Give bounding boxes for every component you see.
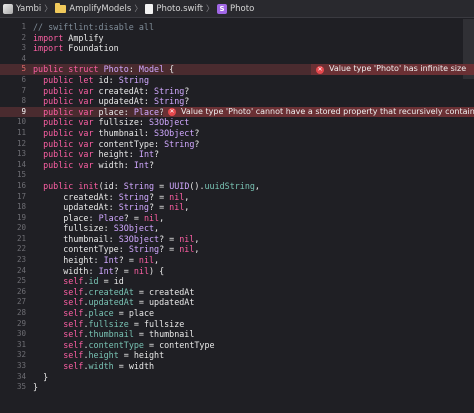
code-line-error[interactable]: 9 public var place: Place? ✕ Value type … — [0, 106, 474, 118]
line-number: 5 — [21, 64, 26, 74]
code-lines[interactable]: 1 // swiftlint:disable all 2 import Ampl… — [0, 22, 474, 393]
line-number: 24 — [16, 265, 26, 275]
line-number: 13 — [16, 149, 26, 159]
code-line[interactable]: 6 public let id: String — [0, 75, 474, 86]
line-number: 2 — [21, 32, 26, 42]
code-line[interactable]: 22 contentType: String? = nil, — [0, 244, 474, 255]
code-line[interactable]: 14 public var width: Int? — [0, 160, 474, 171]
code-line[interactable]: 25 self.id = id — [0, 276, 474, 287]
error-annotation[interactable]: ✕ Value type 'Photo' cannot have a store… — [163, 106, 474, 118]
error-icon: ✕ — [316, 65, 324, 74]
line-number: 12 — [16, 138, 26, 148]
code-line[interactable]: 31 self.contentType = contentType — [0, 340, 474, 351]
code-line[interactable]: 7 public var createdAt: String? — [0, 86, 474, 97]
line-number: 33 — [16, 361, 26, 370]
line-number: 26 — [16, 286, 26, 296]
line-number: 4 — [21, 53, 26, 63]
code-line[interactable]: 18 updatedAt: String? = nil, — [0, 202, 474, 213]
line-number: 27 — [16, 297, 26, 307]
error-annotation[interactable]: ✕ Value type 'Photo' has infinite size — [311, 64, 474, 75]
swift-file-icon — [145, 3, 154, 14]
error-message: Value type 'Photo' cannot have a stored … — [181, 106, 474, 116]
breadcrumb-file-label: Photo.swift — [156, 3, 204, 14]
code-line[interactable]: 34 } — [0, 372, 474, 383]
chevron-right-icon: 〉 — [134, 4, 143, 13]
line-number: 25 — [16, 276, 26, 286]
breadcrumb-project-label: Yambi — [16, 3, 42, 14]
error-message: Value type 'Photo' has infinite size — [329, 64, 467, 74]
line-number: 32 — [16, 350, 26, 360]
line-number: 29 — [16, 318, 26, 328]
error-icon: ✕ — [168, 108, 176, 117]
breadcrumb-symbol-label: Photo — [230, 3, 255, 14]
line-number: 9 — [21, 106, 26, 116]
line-number: 17 — [16, 191, 26, 201]
line-number: 11 — [16, 127, 26, 137]
code-line[interactable]: 26 self.createdAt = createdAt — [0, 287, 474, 298]
breadcrumb-group-label: AmplifyModels — [69, 3, 132, 14]
breadcrumb-project[interactable]: Yambi — [3, 3, 42, 14]
breadcrumb-file[interactable]: Photo.swift — [145, 3, 204, 14]
code-line[interactable]: 30 self.thumbnail = thumbnail — [0, 329, 474, 340]
line-number: 21 — [16, 233, 26, 243]
code-line[interactable]: 15 — [0, 170, 474, 181]
code-line[interactable]: 19 place: Place? = nil, — [0, 213, 474, 224]
code-line[interactable]: 24 width: Int? = nil) { — [0, 266, 474, 277]
code-line[interactable]: 13 public var height: Int? — [0, 149, 474, 160]
line-number: 23 — [16, 255, 26, 265]
line-number: 3 — [21, 43, 26, 53]
line-number: 1 — [21, 22, 26, 31]
line-number: 18 — [16, 202, 26, 212]
jump-bar: Yambi 〉 AmplifyModels 〉 Photo.swift 〉 S … — [0, 0, 474, 18]
struct-icon: S — [217, 3, 228, 14]
line-number: 6 — [21, 74, 26, 84]
line-number: 16 — [16, 180, 26, 190]
breadcrumb-group[interactable]: AmplifyModels — [55, 2, 132, 14]
line-number: 19 — [16, 212, 26, 222]
code-line[interactable]: 20 fullsize: S3Object, — [0, 223, 474, 234]
code-line[interactable]: 16 public init(id: String = UUID().uuidS… — [0, 181, 474, 192]
code-line[interactable]: 35 } — [0, 382, 474, 393]
code-line[interactable]: 32 self.height = height — [0, 350, 474, 361]
chevron-right-icon: 〉 — [206, 4, 215, 13]
code-line[interactable]: 3 import Foundation — [0, 43, 474, 54]
code-line[interactable]: 11 public var thumbnail: S3Object? — [0, 128, 474, 139]
code-line[interactable]: 23 height: Int? = nil, — [0, 255, 474, 266]
code-line[interactable]: 17 createdAt: String? = nil, — [0, 192, 474, 203]
code-line[interactable]: 28 self.place = place — [0, 308, 474, 319]
code-line[interactable]: 1 // swiftlint:disable all — [0, 22, 474, 33]
code-line[interactable]: 27 self.updatedAt = updatedAt — [0, 297, 474, 308]
folder-icon — [55, 2, 67, 13]
line-number: 8 — [21, 96, 26, 106]
line-number: 28 — [16, 308, 26, 318]
chevron-right-icon: 〉 — [44, 4, 53, 13]
line-number: 20 — [16, 223, 26, 233]
line-number: 22 — [16, 244, 26, 254]
code-line[interactable]: 4 — [0, 54, 474, 65]
code-line[interactable]: 2 import Amplify — [0, 33, 474, 44]
code-line[interactable]: 8 public var updatedAt: String? — [0, 96, 474, 107]
breadcrumb-symbol[interactable]: S Photo — [217, 3, 255, 14]
line-number: 31 — [16, 339, 26, 349]
code-editor[interactable]: Yambi 〉 AmplifyModels 〉 Photo.swift 〉 S … — [0, 0, 474, 413]
line-number: 30 — [16, 329, 26, 339]
code-line[interactable]: 29 self.fullsize = fullsize — [0, 319, 474, 330]
code-line[interactable]: 33 self.width = width — [0, 361, 474, 372]
line-number: 15 — [16, 170, 26, 180]
line-number: 34 — [16, 371, 26, 381]
line-number: 35 — [16, 382, 26, 392]
line-number: 14 — [16, 159, 26, 169]
code-line-error[interactable]: 5 public struct Photo: Model { ✕ Value t… — [0, 64, 474, 75]
line-number: 10 — [16, 117, 26, 127]
code-line[interactable]: 12 public var contentType: String? — [0, 139, 474, 150]
code-line[interactable]: 21 thumbnail: S3Object? = nil, — [0, 234, 474, 245]
code-line[interactable]: 10 public var fullsize: S3Object — [0, 117, 474, 128]
line-number: 7 — [21, 85, 26, 95]
app-icon — [3, 3, 13, 14]
